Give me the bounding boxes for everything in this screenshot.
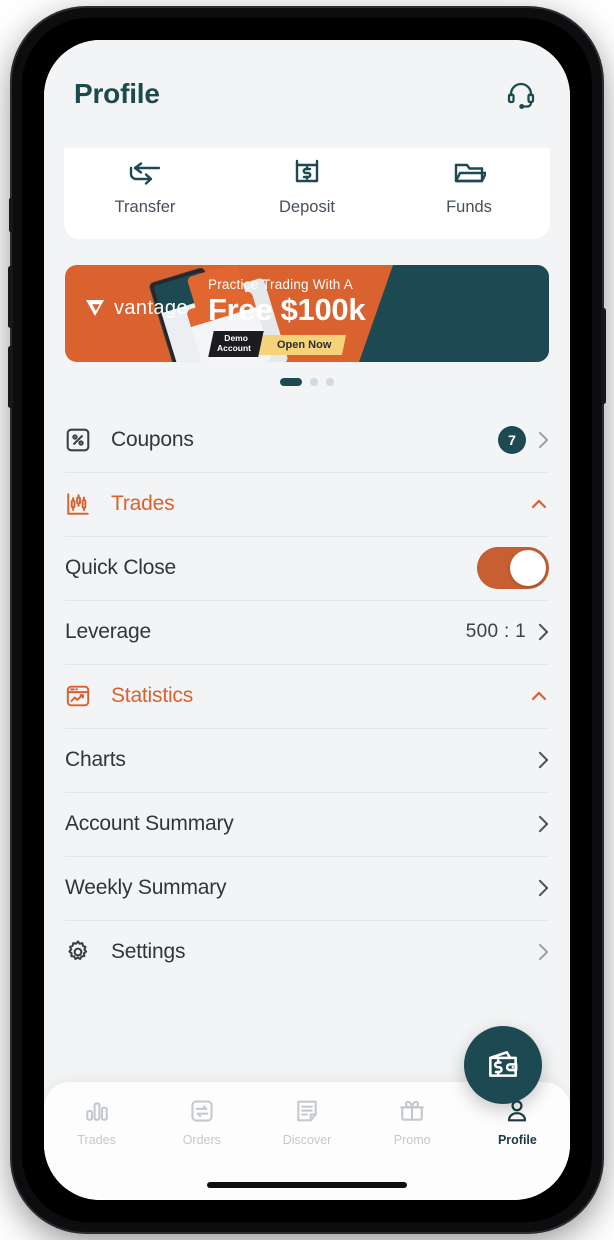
page-title: Profile — [74, 78, 160, 109]
menu-row-charts[interactable]: Charts — [65, 728, 549, 792]
carousel-dot-1[interactable] — [280, 378, 302, 386]
wallet-dollar-icon — [489, 1051, 518, 1077]
quick-action-deposit[interactable]: Deposit — [226, 154, 388, 217]
vantage-mark-icon — [86, 300, 104, 316]
phone-screen: Profile Transfer Deposit Funds vantage P… — [44, 40, 570, 1200]
banner-demo-tag: Demo Account — [208, 331, 264, 357]
funds-folder-icon — [452, 154, 486, 188]
chevron-right-icon — [538, 879, 549, 897]
menu-row-statistics[interactable]: Statistics — [65, 664, 549, 728]
candlestick-chart-icon — [65, 491, 101, 517]
nav-item-profile[interactable]: Profile — [465, 1096, 570, 1147]
banner-cta-button[interactable]: Open Now — [258, 335, 347, 355]
chevron-right-icon — [538, 431, 549, 449]
menu-row-label: Weekly Summary — [65, 876, 227, 899]
leverage-value: 500 : 1 — [465, 621, 526, 642]
vantage-logo-text: vantage — [114, 296, 188, 319]
transfer-arrows-icon — [127, 154, 163, 188]
document-lines-icon — [294, 1096, 320, 1126]
menu-row-leverage[interactable]: Leverage 500 : 1 — [65, 600, 549, 664]
home-indicator — [207, 1182, 407, 1188]
menu-row-account-summary[interactable]: Account Summary — [65, 792, 549, 856]
chevron-up-icon[interactable] — [529, 686, 549, 706]
chevron-right-icon — [538, 751, 549, 769]
quick-action-funds[interactable]: Funds — [388, 154, 550, 217]
quick-action-label: Deposit — [279, 198, 335, 216]
chevron-up-icon[interactable] — [529, 494, 549, 514]
deposit-dollar-icon — [291, 154, 323, 188]
menu-row-label: Statistics — [111, 684, 194, 707]
chevron-right-icon — [538, 943, 549, 961]
gear-icon — [65, 939, 101, 965]
quick-close-toggle[interactable] — [477, 547, 549, 589]
app-header: Profile — [44, 40, 570, 148]
carousel-dot-3[interactable] — [326, 378, 334, 386]
promo-banner[interactable]: vantage Practice Trading With A Free $10… — [65, 265, 549, 362]
menu-row-label: Quick Close — [65, 556, 177, 579]
coupons-badge: 7 — [498, 426, 526, 454]
menu-row-trades[interactable]: Trades — [65, 472, 549, 536]
menu-row-label: Charts — [65, 748, 126, 771]
power-button[interactable] — [601, 308, 606, 404]
nav-item-label: Profile — [497, 1133, 537, 1147]
banner-headline-small: Practice Trading With A — [208, 277, 353, 292]
menu-row-label: Trades — [111, 492, 175, 515]
nav-item-promo[interactable]: Promo — [360, 1096, 465, 1147]
vantage-logo: vantage — [83, 296, 188, 320]
banner-panel — [359, 265, 549, 362]
quick-action-transfer[interactable]: Transfer — [64, 154, 226, 217]
phone-frame: Profile Transfer Deposit Funds vantage P… — [8, 8, 606, 1232]
carousel-dots — [44, 378, 570, 386]
volume-up-button[interactable] — [8, 266, 13, 328]
settings-menu-list: Coupons 7 Trades Quick Close Leverage 50… — [65, 408, 549, 984]
chevron-right-icon — [538, 623, 549, 641]
silent-switch[interactable] — [9, 198, 13, 232]
headset-icon[interactable] — [504, 77, 538, 111]
nav-item-label: Orders — [182, 1133, 221, 1147]
banner-demo-line2: Account — [217, 342, 252, 353]
quick-action-label: Funds — [446, 198, 492, 216]
chevron-right-icon — [538, 815, 549, 833]
percent-box-icon — [65, 427, 101, 453]
orders-exchange-icon — [189, 1096, 215, 1126]
carousel-dot-2[interactable] — [310, 378, 318, 386]
banner-headline-large: Free $100k — [208, 292, 366, 327]
wallet-fab-button[interactable] — [464, 1026, 542, 1104]
menu-row-label: Settings — [111, 940, 186, 963]
bar-chart-icon — [84, 1096, 110, 1126]
toggle-knob — [510, 550, 546, 586]
volume-down-button[interactable] — [8, 346, 13, 408]
menu-row-coupons[interactable]: Coupons 7 — [65, 408, 549, 472]
phone-bezel: Profile Transfer Deposit Funds vantage P… — [22, 18, 592, 1222]
menu-row-label: Account Summary — [65, 812, 234, 835]
nav-item-label: Promo — [393, 1133, 431, 1147]
menu-row-quick-close[interactable]: Quick Close — [65, 536, 549, 600]
statistics-window-icon — [65, 683, 101, 709]
quick-action-label: Transfer — [114, 198, 176, 216]
banner-cta-label: Open Now — [277, 339, 332, 351]
menu-row-settings[interactable]: Settings — [65, 920, 549, 984]
nav-item-trades[interactable]: Trades — [44, 1096, 149, 1147]
menu-row-label: Coupons — [111, 428, 194, 451]
nav-item-label: Discover — [282, 1133, 332, 1147]
nav-item-discover[interactable]: Discover — [254, 1096, 359, 1147]
menu-row-label: Leverage — [65, 620, 151, 643]
nav-item-label: Trades — [77, 1133, 116, 1147]
nav-item-orders[interactable]: Orders — [149, 1096, 254, 1147]
menu-row-weekly-summary[interactable]: Weekly Summary — [65, 856, 549, 920]
quick-actions-card: Transfer Deposit Funds — [64, 148, 550, 239]
gift-icon — [399, 1096, 425, 1126]
